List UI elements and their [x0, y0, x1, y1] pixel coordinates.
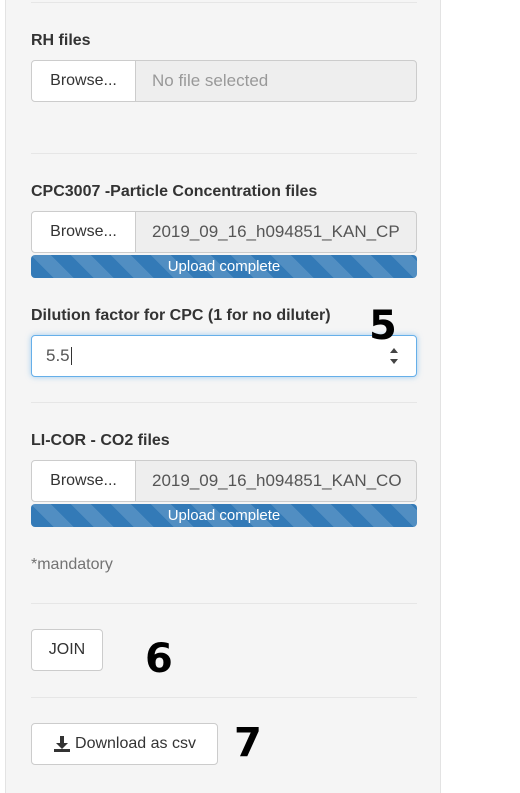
rh-files-label: RH files	[31, 32, 91, 49]
divider	[31, 2, 417, 3]
licor-files-label: LI-COR - CO2 files	[31, 432, 170, 449]
annotation-7: 7	[234, 720, 262, 766]
rh-browse-button[interactable]: Browse...	[31, 60, 136, 102]
divider	[31, 697, 417, 698]
dilution-value: 5.5	[46, 346, 70, 365]
spin-down-icon[interactable]	[390, 359, 398, 364]
licor-upload-progress: Upload complete	[31, 504, 417, 527]
annotation-6: 6	[145, 636, 173, 682]
divider	[31, 402, 417, 403]
number-spinner[interactable]	[388, 348, 400, 364]
licor-browse-button[interactable]: Browse...	[31, 460, 136, 502]
join-button[interactable]: JOIN	[31, 629, 103, 671]
licor-file-field[interactable]: 2019_09_16_h094851_KAN_CO	[135, 460, 417, 502]
cpc-upload-progress: Upload complete	[31, 255, 417, 278]
rh-file-field[interactable]: No file selected	[135, 60, 417, 102]
annotation-5: 5	[369, 303, 397, 349]
cpc-browse-button[interactable]: Browse...	[31, 211, 136, 253]
dilution-input[interactable]: 5.5	[31, 335, 417, 377]
cpc-file-field[interactable]: 2019_09_16_h094851_KAN_CP	[135, 211, 417, 253]
divider	[31, 153, 417, 154]
download-csv-button[interactable]: Download as csv	[31, 723, 218, 765]
divider	[31, 603, 417, 604]
sidebar-panel: RH files Browse... No file selected CPC3…	[5, 0, 441, 793]
mandatory-note: *mandatory	[31, 556, 113, 573]
text-cursor	[70, 347, 72, 365]
download-label: Download as csv	[75, 735, 196, 752]
cpc-files-label: CPC3007 -Particle Concentration files	[31, 183, 318, 200]
dilution-label: Dilution factor for CPC (1 for no dilute…	[31, 307, 331, 324]
download-icon	[54, 736, 71, 752]
